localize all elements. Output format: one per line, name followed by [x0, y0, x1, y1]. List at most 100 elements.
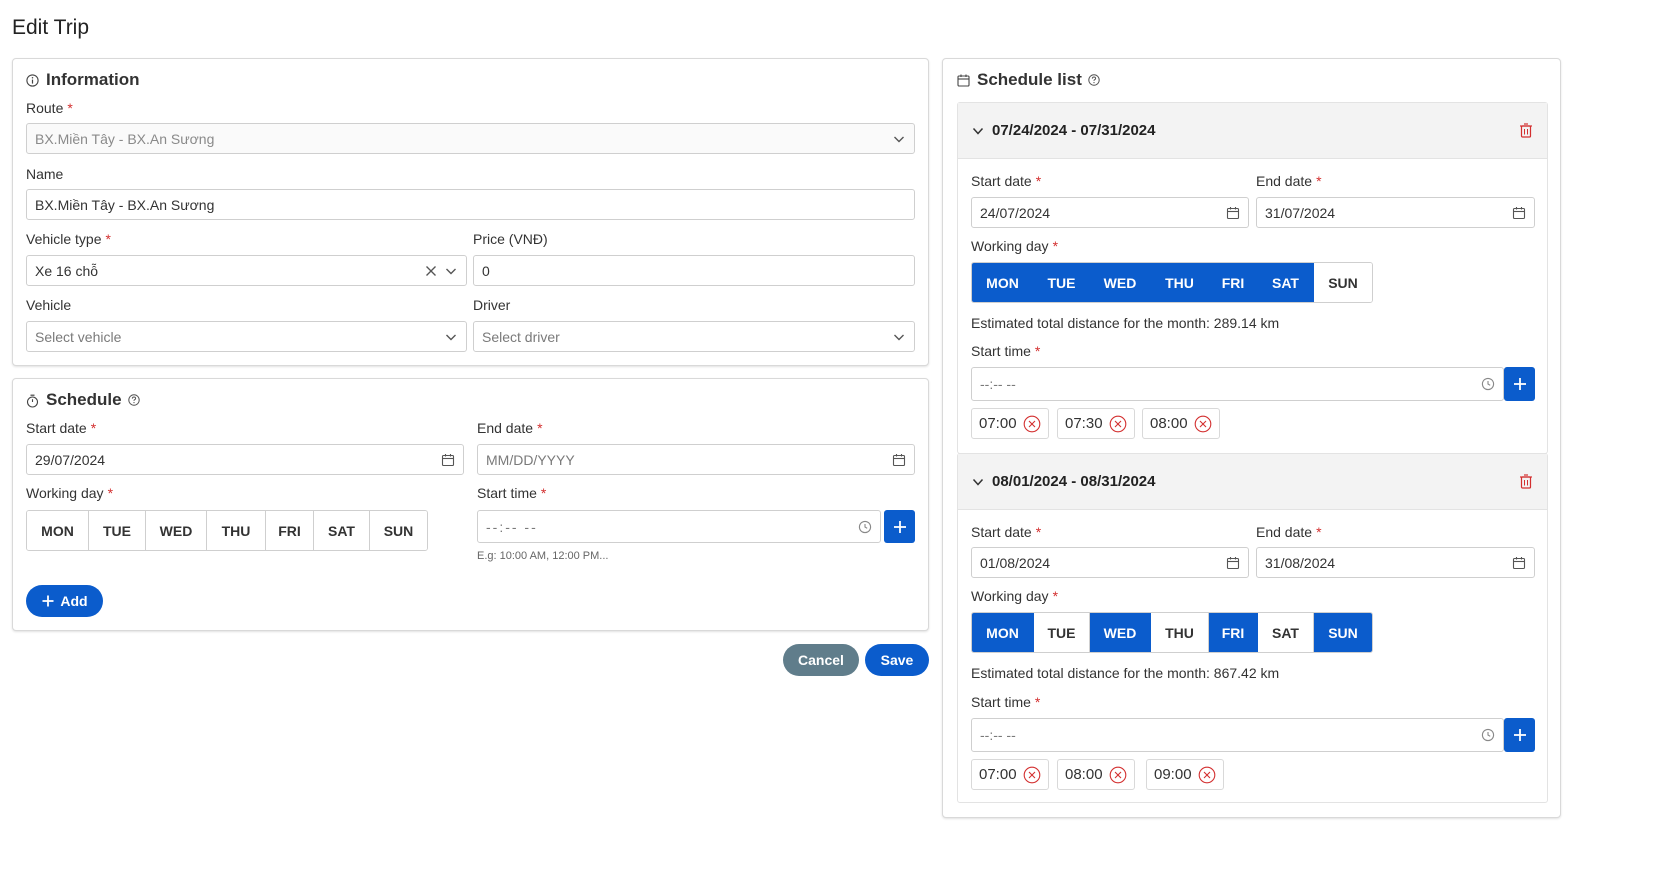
add-start-time-button[interactable] [1504, 367, 1535, 401]
time-chip-label: 08:00 [1065, 766, 1103, 783]
calendar-icon [441, 453, 455, 467]
day-toggle-thu[interactable]: THU [207, 511, 266, 550]
day-toggle-wed[interactable]: WED [1090, 613, 1151, 652]
route-value: BX.Miền Tây - BX.An Sương [35, 130, 215, 147]
day-toggle-sun[interactable]: SUN [1314, 263, 1372, 302]
schedule-start-time-placeholder: --:-- -- [486, 518, 538, 535]
add-schedule-button[interactable]: Add [26, 585, 103, 617]
remove-circle-icon[interactable] [1198, 766, 1216, 784]
item-start-date-label: Start date * [971, 173, 1042, 189]
schedule-item: 08/01/2024 - 08/31/2024 Start date * 01/0… [957, 453, 1548, 803]
clear-icon[interactable] [424, 264, 438, 278]
item-end-date-input[interactable]: 31/08/2024 [1256, 547, 1535, 578]
day-toggle-tue[interactable]: TUE [1034, 613, 1090, 652]
vehicle-placeholder: Select vehicle [35, 328, 122, 345]
name-input[interactable]: BX.Miền Tây - BX.An Sương [26, 189, 915, 220]
time-chip: 07:00 [971, 759, 1049, 790]
day-toggle-tue[interactable]: TUE [1034, 263, 1090, 302]
schedule-end-date-input[interactable]: MM/DD/YYYY [477, 444, 915, 475]
calendar-icon [1512, 556, 1526, 570]
item-working-day-group: MON TUE WED THU FRI SAT SUN [971, 612, 1373, 653]
schedule-list-title-text: Schedule list [977, 70, 1082, 89]
item-start-date-value: 01/08/2024 [980, 554, 1051, 571]
add-start-time-button[interactable] [1504, 718, 1535, 752]
route-label: Route * [26, 100, 73, 116]
add-start-time-button[interactable] [884, 510, 915, 543]
schedule-start-time-input[interactable]: --:-- -- [477, 510, 881, 543]
chevron-down-icon[interactable] [972, 125, 984, 137]
calendar-icon [1512, 206, 1526, 220]
chevron-down-icon[interactable] [972, 476, 984, 488]
day-toggle-tue[interactable]: TUE [89, 511, 146, 550]
chevron-down-icon [892, 132, 906, 146]
page-title: Edit Trip [12, 16, 90, 39]
item-working-day-label: Working day * [971, 588, 1059, 604]
price-label: Price (VNĐ) [473, 231, 548, 247]
chevron-down-icon [892, 330, 906, 344]
day-toggle-sun[interactable]: SUN [370, 511, 427, 550]
trash-icon[interactable] [1519, 123, 1533, 138]
remove-circle-icon[interactable] [1023, 415, 1041, 433]
schedule-start-date-input[interactable]: 29/07/2024 [26, 444, 464, 475]
day-toggle-fri[interactable]: FRI [1209, 613, 1258, 652]
remove-circle-icon[interactable] [1023, 766, 1041, 784]
time-chip-label: 09:00 [1154, 766, 1192, 783]
schedule-end-date-label: End date * [477, 420, 543, 436]
item-working-day-group: MON TUE WED THU FRI SAT SUN [971, 262, 1373, 303]
schedule-start-date-value: 29/07/2024 [35, 451, 106, 468]
information-title-text: Information [46, 70, 140, 89]
information-title: Information [26, 70, 140, 90]
item-start-time-input[interactable]: --:-- -- [971, 367, 1504, 401]
calendar-icon [1226, 206, 1240, 220]
item-start-date-input[interactable]: 01/08/2024 [971, 547, 1249, 578]
price-input[interactable]: 0 [473, 255, 915, 286]
schedule-item-header[interactable]: 07/24/2024 - 07/31/2024 [958, 103, 1547, 159]
item-start-date-input[interactable]: 24/07/2024 [971, 197, 1249, 228]
remove-circle-icon[interactable] [1194, 415, 1212, 433]
day-toggle-wed[interactable]: WED [146, 511, 207, 550]
day-toggle-mon[interactable]: MON [972, 613, 1034, 652]
day-toggle-thu[interactable]: THU [1151, 613, 1209, 652]
day-toggle-sat[interactable]: SAT [1258, 263, 1314, 302]
save-button[interactable]: Save [865, 644, 929, 676]
trash-icon[interactable] [1519, 474, 1533, 489]
schedule-working-day-label: Working day * [26, 485, 114, 501]
information-card: Information Route * BX.Miền Tây - BX.An S… [12, 58, 929, 366]
calendar-icon [892, 453, 906, 467]
day-toggle-mon[interactable]: MON [27, 511, 89, 550]
remove-circle-icon[interactable] [1109, 415, 1127, 433]
day-toggle-sun[interactable]: SUN [1314, 613, 1372, 652]
remove-circle-icon[interactable] [1109, 766, 1127, 784]
day-toggle-wed[interactable]: WED [1090, 263, 1151, 302]
help-icon[interactable] [127, 394, 140, 406]
item-start-date-value: 24/07/2024 [980, 204, 1051, 221]
info-icon [26, 73, 39, 87]
vehicle-select[interactable]: Select vehicle [26, 321, 467, 352]
cancel-button[interactable]: Cancel [783, 644, 859, 676]
driver-placeholder: Select driver [482, 328, 560, 345]
route-select[interactable]: BX.Miền Tây - BX.An Sương [26, 123, 915, 154]
day-toggle-thu[interactable]: THU [1151, 263, 1209, 302]
item-start-time-input[interactable]: --:-- -- [971, 718, 1504, 752]
vehicle-type-select[interactable]: Xe 16 chỗ [26, 255, 467, 286]
schedule-item: 07/24/2024 - 07/31/2024 Start date * 24/0… [957, 102, 1548, 454]
schedule-item-header[interactable]: 08/01/2024 - 08/31/2024 [958, 454, 1547, 510]
schedule-card: Schedule Start date * 29/07/2024 End date… [12, 378, 929, 631]
day-toggle-fri[interactable]: FRI [266, 511, 314, 550]
time-chip: 08:00 [1142, 408, 1220, 439]
schedule-list-card: Schedule list 07/24/2024 - 07/31/2024 St… [942, 58, 1561, 818]
driver-select[interactable]: Select driver [473, 321, 915, 352]
vehicle-label: Vehicle [26, 297, 72, 313]
day-toggle-mon[interactable]: MON [972, 263, 1034, 302]
item-end-date-input[interactable]: 31/07/2024 [1256, 197, 1535, 228]
schedule-start-date-label: Start date * [26, 420, 97, 436]
vehicle-type-label: Vehicle type * [26, 231, 111, 247]
help-icon[interactable] [1088, 74, 1100, 86]
day-toggle-fri[interactable]: FRI [1209, 263, 1258, 302]
day-toggle-sat[interactable]: SAT [314, 511, 370, 550]
driver-label: Driver [473, 297, 511, 313]
day-toggle-sat[interactable]: SAT [1258, 613, 1314, 652]
item-start-time-placeholder: --:-- -- [980, 376, 1016, 392]
item-end-date-value: 31/08/2024 [1265, 554, 1336, 571]
name-value: BX.Miền Tây - BX.An Sương [35, 196, 215, 213]
